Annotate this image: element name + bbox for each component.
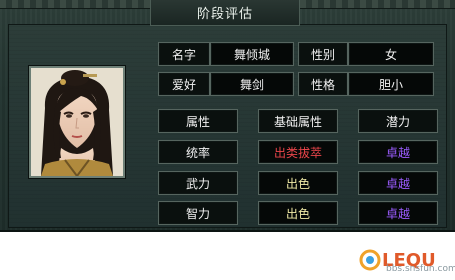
- gender-label: 性别: [298, 42, 348, 66]
- panel-title: 阶段评估: [196, 7, 253, 22]
- name-value: 舞倾城: [210, 42, 294, 66]
- stats-header-potential: 潜力: [358, 109, 438, 133]
- lequ-watermark-logo: LEQU: [359, 249, 436, 271]
- name-label: 名字: [158, 42, 210, 66]
- temper-label: 性格: [298, 72, 348, 96]
- stat-potential-command: 卓越: [358, 140, 438, 164]
- stat-potential-intellect: 卓越: [358, 201, 438, 225]
- stat-base-command: 出类拔萃: [258, 140, 338, 164]
- gender-value: 女: [348, 42, 434, 66]
- stat-name-command: 统率: [158, 140, 238, 164]
- evaluation-panel: 阶段评估 名字 舞倾城 性别 女 爱好 舞剑 性格 胆小 属性 基础属性 潜力 …: [0, 0, 455, 232]
- stats-header-attr: 属性: [158, 109, 238, 133]
- stat-base-intellect: 出色: [258, 201, 338, 225]
- title-bar: 阶段评估: [150, 0, 300, 26]
- stats-header-base: 基础属性: [258, 109, 338, 133]
- hobby-label: 爱好: [158, 72, 210, 96]
- stat-name-force: 武力: [158, 171, 238, 195]
- stat-potential-force: 卓越: [358, 171, 438, 195]
- stat-name-intellect: 智力: [158, 201, 238, 225]
- character-portrait-image: [31, 68, 123, 176]
- character-portrait: [29, 66, 125, 178]
- temper-value: 胆小: [348, 72, 434, 96]
- watermark-url: bbs.snsfun.com: [386, 264, 455, 274]
- stat-base-force: 出色: [258, 171, 338, 195]
- hobby-value: 舞剑: [210, 72, 294, 96]
